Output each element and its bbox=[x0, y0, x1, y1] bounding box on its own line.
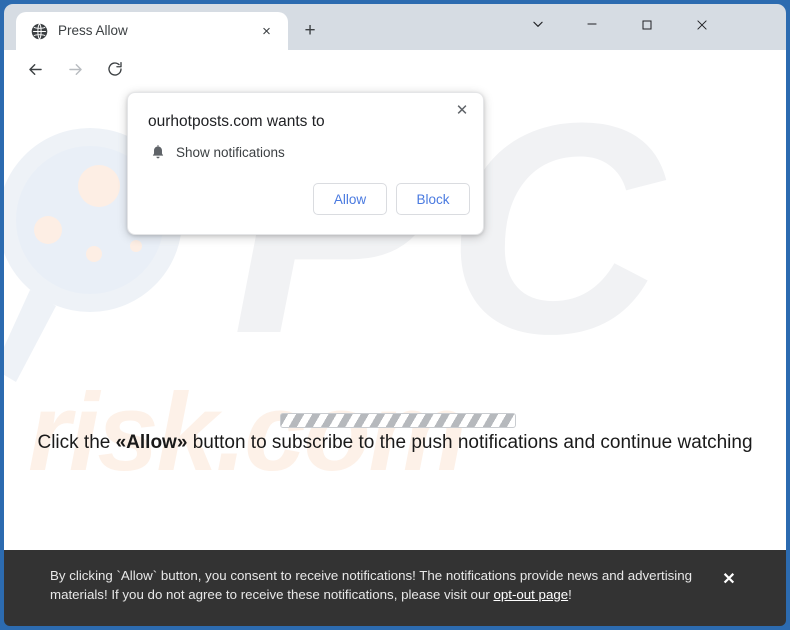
chevron-down-icon bbox=[533, 21, 543, 27]
consent-text-part2: ! bbox=[568, 587, 572, 602]
consent-banner-text: By clicking `Allow` button, you consent … bbox=[50, 566, 705, 604]
notification-permission-dialog: ✕ ourhotposts.com wants to Show notifica… bbox=[127, 92, 484, 235]
maximize-icon bbox=[642, 20, 652, 30]
maximize-button[interactable] bbox=[632, 14, 662, 40]
arrow-left-icon bbox=[28, 64, 42, 75]
close-icon bbox=[697, 20, 707, 30]
tab-search-chevron-down-icon[interactable] bbox=[523, 14, 553, 40]
reload-icon bbox=[108, 61, 122, 76]
instruction-suffix: button to subscribe to the push notifica… bbox=[187, 432, 753, 453]
allow-button[interactable]: Allow bbox=[313, 183, 387, 215]
striped-progress-bar bbox=[280, 413, 516, 428]
banner-close-icon[interactable]: ✕ bbox=[719, 570, 739, 590]
block-button[interactable]: Block bbox=[396, 183, 470, 215]
minimize-icon bbox=[587, 23, 597, 25]
instruction-text: Click the «Allow» button to subscribe to… bbox=[4, 432, 786, 454]
minimize-button[interactable] bbox=[577, 14, 607, 40]
new-tab-button[interactable]: + bbox=[298, 19, 322, 43]
bell-icon bbox=[152, 145, 164, 159]
window-close-button[interactable] bbox=[687, 14, 717, 40]
permission-item-label: Show notifications bbox=[176, 145, 285, 160]
browser-tab[interactable]: Press Allow × bbox=[16, 12, 288, 50]
tab-close-icon[interactable]: × bbox=[257, 22, 276, 41]
globe-icon bbox=[31, 23, 48, 40]
dialog-title: ourhotposts.com wants to bbox=[148, 113, 325, 130]
tab-strip: Press Allow × + bbox=[4, 4, 786, 50]
back-button[interactable] bbox=[22, 60, 48, 86]
consent-text-part1: By clicking `Allow` button, you consent … bbox=[50, 568, 693, 602]
forward-button[interactable] bbox=[62, 60, 88, 86]
arrow-right-icon bbox=[68, 64, 82, 75]
browser-window: Press Allow × + PC risk.com Click the «A… bbox=[0, 0, 790, 630]
browser-toolbar: Not secure https://ourhotposts.com/?s=60… bbox=[4, 50, 786, 135]
instruction-prefix: Click the bbox=[37, 432, 116, 453]
reload-button[interactable] bbox=[102, 60, 128, 86]
consent-banner: By clicking `Allow` button, you consent … bbox=[4, 550, 786, 626]
dialog-close-icon[interactable]: ✕ bbox=[451, 100, 473, 122]
tab-title: Press Allow bbox=[58, 23, 128, 38]
opt-out-page-link[interactable]: opt-out page bbox=[493, 587, 568, 602]
instruction-emphasis: «Allow» bbox=[115, 432, 188, 453]
